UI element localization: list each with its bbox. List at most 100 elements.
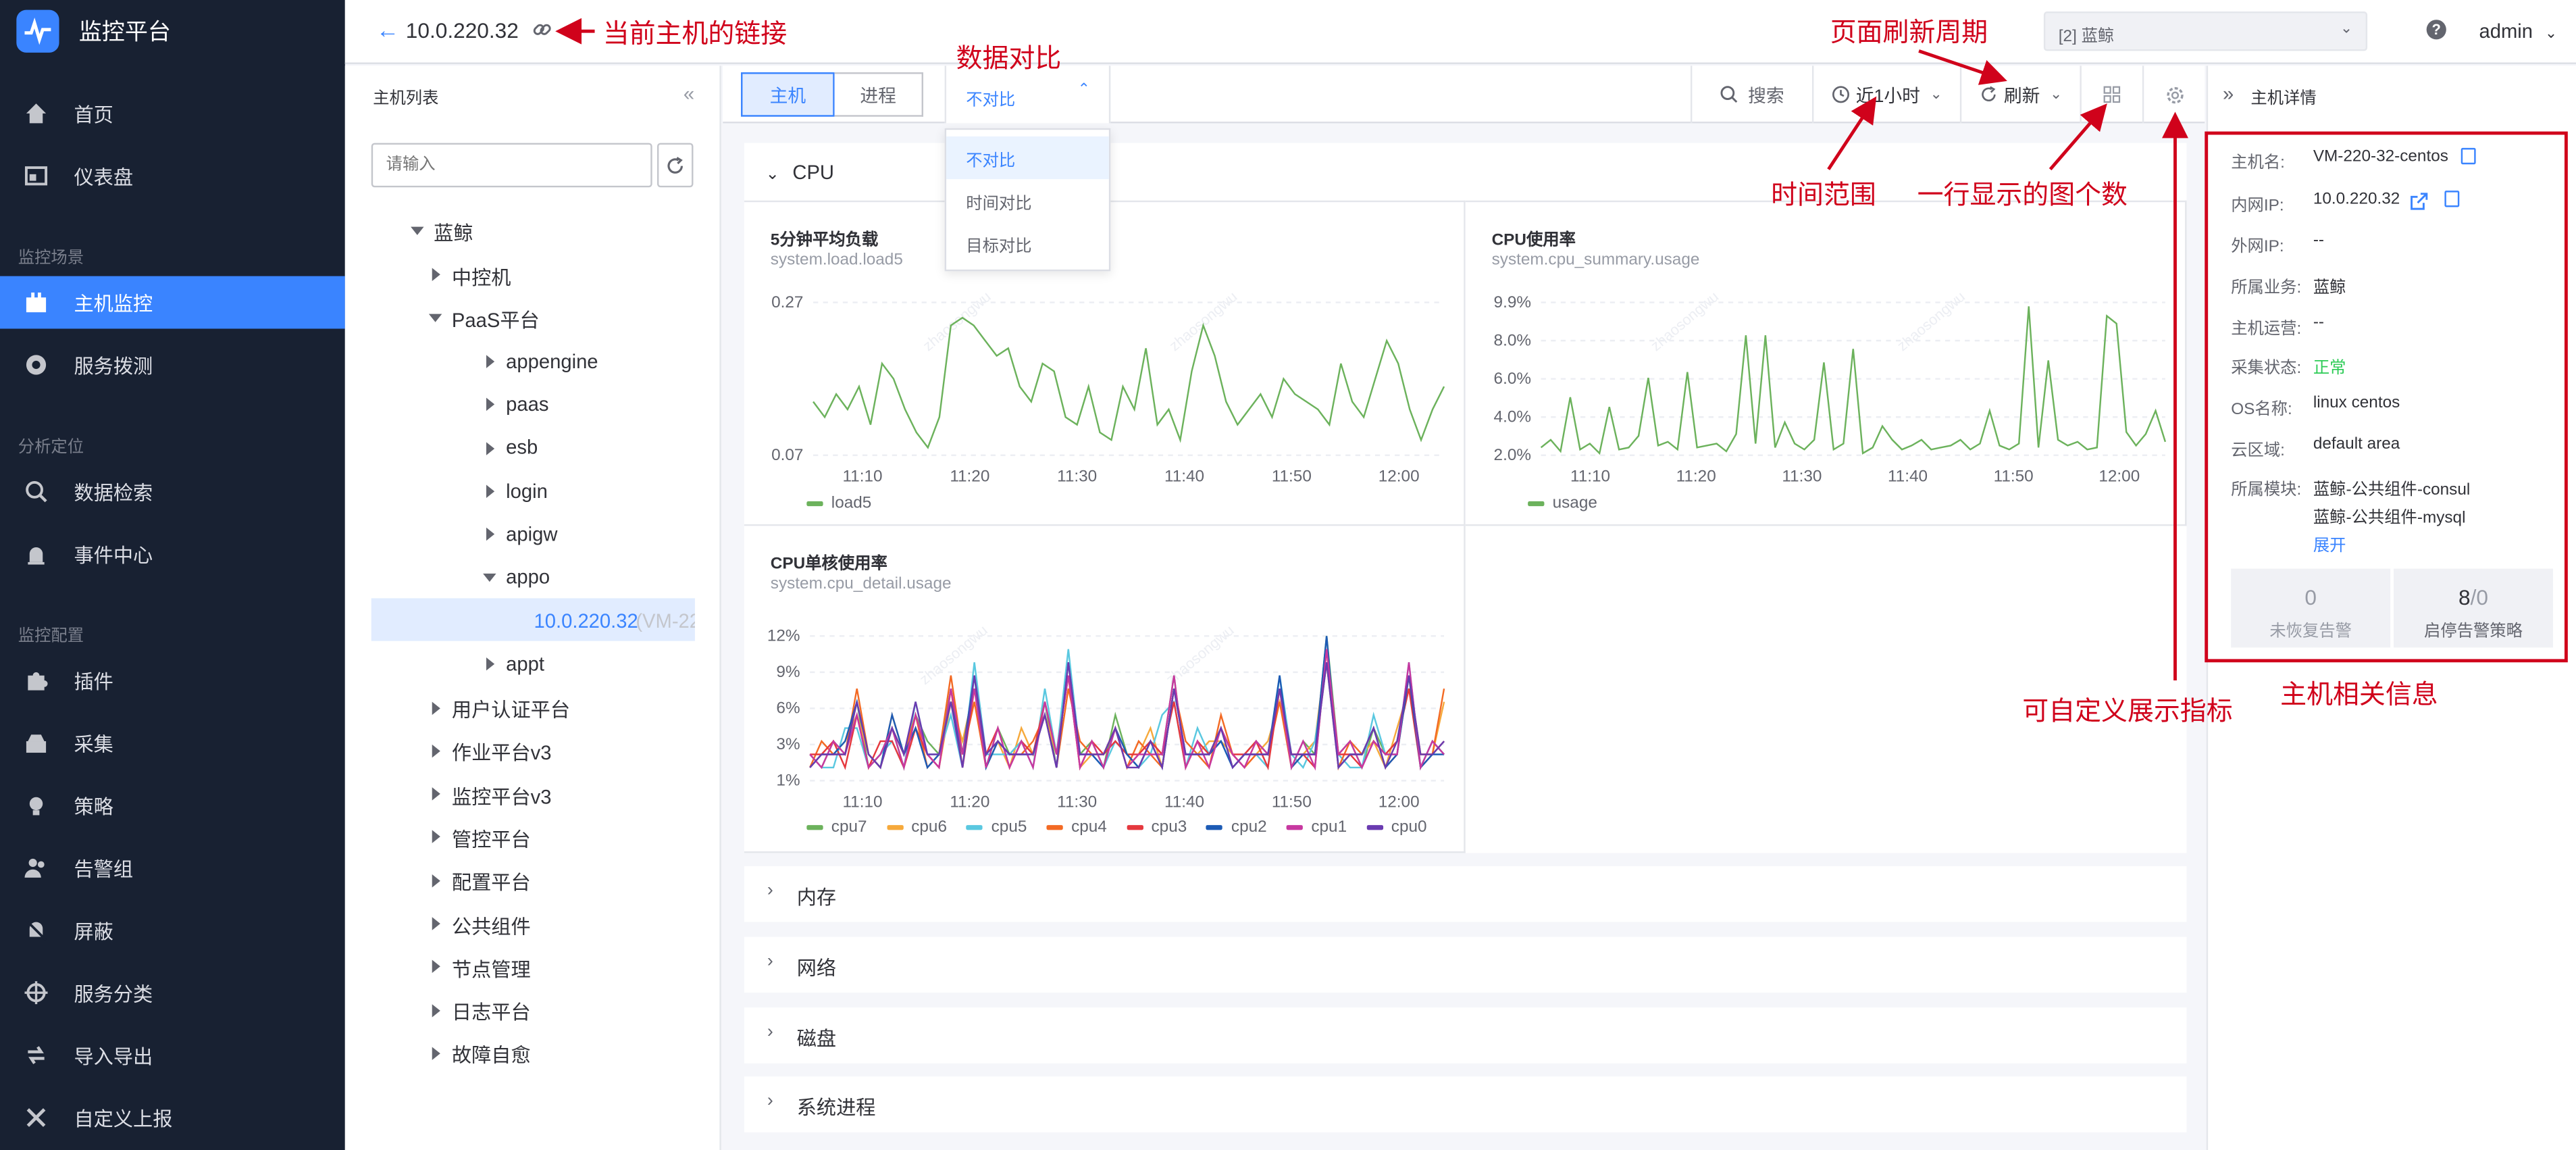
time-range-select[interactable]: 近1小时 ⌄ — [1811, 66, 1960, 124]
nav-item-collect[interactable]: 采集 — [0, 717, 345, 770]
nav-item-data-search[interactable]: 数据检索 — [0, 465, 345, 518]
tree-node[interactable]: 节点管理 — [452, 955, 531, 982]
tree-collapsed-icon[interactable] — [486, 355, 495, 368]
tree-node[interactable]: esb — [506, 436, 538, 459]
search-button[interactable]: 搜索 — [1690, 66, 1812, 124]
tree-expand-icon[interactable] — [483, 573, 496, 582]
tree-collapsed-icon[interactable] — [432, 701, 440, 716]
tree-collapsed-icon[interactable] — [486, 484, 495, 499]
group-process[interactable]: › 系统进程 — [744, 1076, 2187, 1132]
legend-item[interactable]: cpu2 — [1206, 818, 1267, 836]
tree-node[interactable]: appo — [506, 566, 550, 589]
cpu-group-header[interactable]: ⌄ CPU — [765, 161, 834, 184]
tree-collapsed-icon[interactable] — [486, 442, 495, 455]
link-icon[interactable] — [532, 18, 552, 48]
group-network[interactable]: › 网络 — [744, 936, 2187, 993]
nav-item-custom-report[interactable]: 自定义上报 — [0, 1091, 345, 1144]
tree-collapsed-icon[interactable] — [432, 787, 440, 801]
tab-label: 主机 — [769, 86, 806, 106]
compare-option[interactable]: 目标对比 — [946, 222, 1109, 264]
tools-icon — [23, 1105, 47, 1130]
tree-expand-icon[interactable] — [428, 314, 442, 322]
user-menu[interactable]: admin ⌄ — [2479, 20, 2557, 43]
nav-item-dashboard[interactable]: 仪表盘 — [0, 149, 345, 202]
tree-node[interactable]: appengine — [506, 350, 598, 373]
legend-item[interactable]: cpu6 — [886, 818, 947, 836]
nav-item-home[interactable]: 首页 — [0, 87, 345, 140]
legend-label: load5 — [831, 495, 872, 513]
tree-collapsed-icon[interactable] — [432, 268, 440, 281]
chart-card-cpu-usage[interactable]: CPU使用率 system.cpu_summary.usage 9.9% 8.0%… — [1465, 200, 2187, 526]
tree-collapsed-icon[interactable] — [486, 657, 495, 671]
compare-option[interactable]: 时间对比 — [946, 179, 1109, 222]
nav-item-mask[interactable]: 屏蔽 — [0, 904, 345, 957]
tree-node[interactable]: apigw — [506, 523, 557, 546]
tree-node[interactable]: 日志平台 — [452, 997, 531, 1025]
legend-item[interactable]: usage — [1528, 495, 1597, 513]
tree-node[interactable]: 中控机 — [452, 263, 511, 291]
nav-item-probe[interactable]: 服务拨测 — [0, 339, 345, 391]
tree-node[interactable]: 管控平台 — [452, 825, 531, 853]
nav-label: 事件中心 — [74, 543, 153, 566]
tree-collapsed-icon[interactable] — [432, 1047, 440, 1060]
collapse-panel-icon[interactable]: « — [684, 82, 694, 105]
tab-process[interactable]: 进程 — [834, 72, 924, 117]
compare-option[interactable]: 不对比 — [946, 136, 1109, 180]
tree-node[interactable]: 监控平台v3 — [452, 782, 552, 810]
legend-item[interactable]: cpu5 — [967, 818, 1027, 836]
tree-collapsed-icon[interactable] — [432, 830, 440, 843]
x-tick-label: 11:30 — [1782, 468, 1822, 486]
tree-collapsed-icon[interactable] — [432, 1004, 440, 1018]
legend-item[interactable]: cpu3 — [1127, 818, 1187, 836]
tree-node-root[interactable]: 蓝鲸 — [434, 219, 473, 247]
nav-item-strategy[interactable]: 策略 — [0, 779, 345, 832]
tree-collapsed-icon[interactable] — [432, 917, 440, 930]
nav-item-plugin[interactable]: 插件 — [0, 654, 345, 707]
legend-item[interactable]: cpu7 — [806, 818, 867, 836]
chevron-up-icon: ⌃ — [1077, 80, 1091, 97]
y-tick-label: 3% — [776, 735, 800, 753]
tree-node[interactable]: 配置平台 — [452, 868, 531, 895]
group-memory[interactable]: › 内存 — [744, 866, 2187, 922]
nav-item-alarm-group[interactable]: 告警组 — [0, 841, 345, 894]
tree-search-input[interactable] — [371, 143, 652, 188]
sidebar: 监控平台 首页 仪表盘 监控场景 主机监控 服务拨测 分析定位 数据检索 事件中… — [0, 0, 345, 1150]
nav-item-host-monitor[interactable]: 主机监控 — [0, 276, 345, 329]
legend-item[interactable]: cpu1 — [1286, 818, 1347, 836]
tree-node[interactable]: appt — [506, 653, 544, 676]
tree-node-selected[interactable]: 10.0.220.32 (VM-22 — [371, 598, 695, 641]
legend-item[interactable]: cpu4 — [1046, 818, 1107, 836]
tree-node[interactable]: 用户认证平台 — [452, 695, 570, 723]
brand[interactable]: 监控平台 — [0, 0, 345, 62]
tree-collapsed-icon[interactable] — [432, 959, 440, 973]
business-select[interactable]: [2] 蓝鲸 ⌄ — [2043, 11, 2368, 51]
metric-settings-button[interactable] — [2142, 66, 2205, 124]
tree-expand-icon[interactable] — [411, 226, 424, 235]
nav-item-import-export[interactable]: 导入导出 — [0, 1029, 345, 1082]
tree-node[interactable]: 作业平台v3 — [452, 738, 552, 766]
tree-node[interactable]: 故障自愈 — [452, 1041, 531, 1068]
legend-item[interactable]: load5 — [806, 495, 871, 513]
back-arrow-icon[interactable]: ← — [376, 18, 399, 41]
y-tick-label: 1% — [776, 772, 800, 790]
tree-node[interactable]: PaaS平台 — [452, 305, 540, 333]
annotation-link: 当前主机的链接 — [602, 21, 788, 49]
tab-host[interactable]: 主机 — [741, 72, 835, 117]
nav-item-service-class[interactable]: 服务分类 — [0, 966, 345, 1019]
tree-refresh-button[interactable] — [656, 143, 694, 188]
tree-collapsed-icon[interactable] — [432, 874, 440, 888]
tree-node[interactable]: login — [506, 480, 548, 503]
tree-node[interactable]: 公共组件 — [452, 912, 531, 940]
tree-collapsed-icon[interactable] — [486, 527, 495, 541]
tree-collapsed-icon[interactable] — [486, 397, 495, 411]
tree-node[interactable]: paas — [506, 393, 548, 416]
chart-card-cpu-core[interactable]: CPU单核使用率 system.cpu_detail.usage 12% 9% 6%… — [744, 526, 1466, 853]
help-icon[interactable]: ? — [2426, 20, 2446, 40]
legend-item[interactable]: cpu0 — [1366, 818, 1427, 836]
tree-collapsed-icon[interactable] — [432, 744, 440, 758]
layout-grid-button[interactable] — [2080, 66, 2142, 124]
refresh-interval-select[interactable]: 刷新 ⌄ — [1959, 66, 2080, 124]
expand-panel-icon[interactable]: » — [2223, 82, 2234, 105]
group-disk[interactable]: › 磁盘 — [744, 1007, 2187, 1064]
nav-item-event-center[interactable]: 事件中心 — [0, 528, 345, 580]
